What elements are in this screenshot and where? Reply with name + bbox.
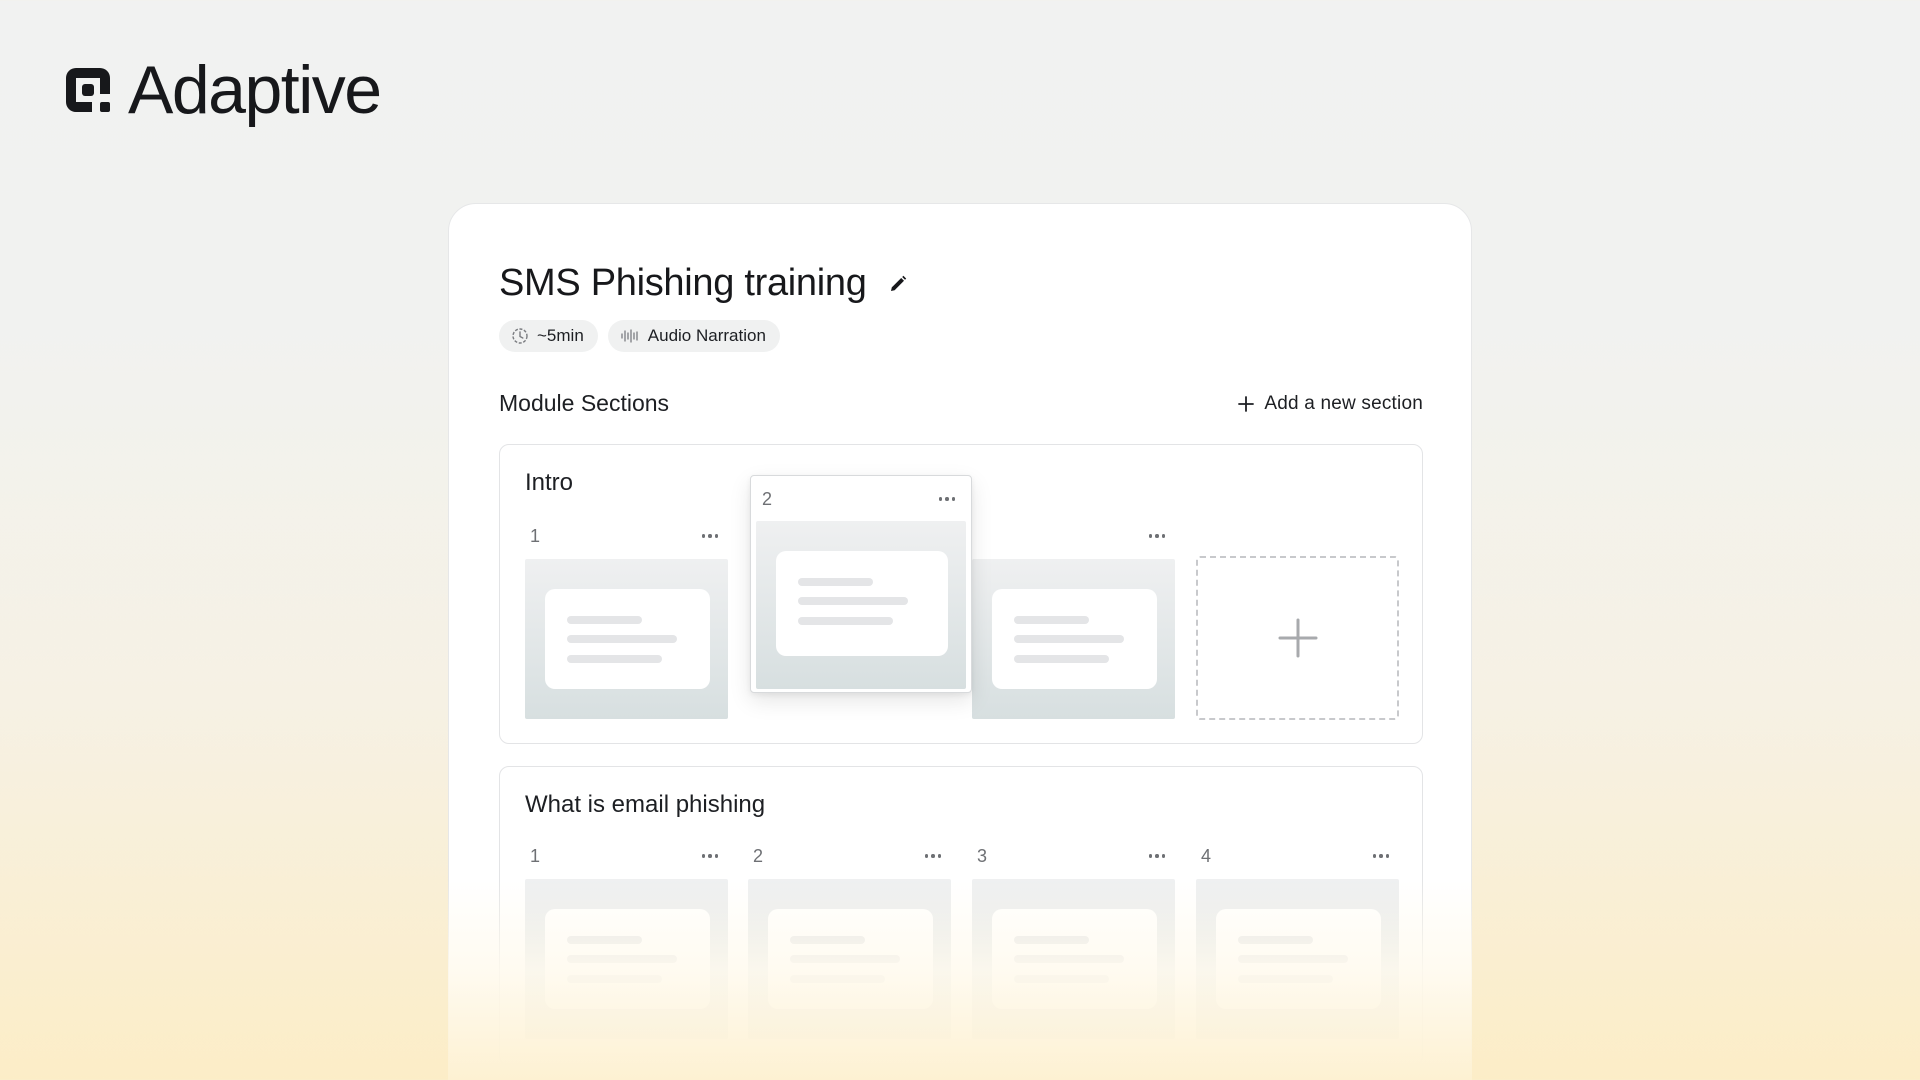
dragging-slide-card[interactable]: 2 <box>750 475 972 693</box>
brand-logo[interactable]: Adaptive <box>62 52 382 128</box>
slide-number: 2 <box>762 488 773 509</box>
slide-thumbnail[interactable] <box>972 879 1175 1039</box>
slide-card[interactable]: 3 <box>972 843 1175 1039</box>
pencil-icon <box>890 275 906 291</box>
plus-icon <box>1278 618 1317 658</box>
clock-icon <box>512 328 528 344</box>
slide-menu-icon[interactable] <box>700 529 721 543</box>
slide-menu-icon[interactable] <box>923 849 944 863</box>
slide-thumbnail[interactable] <box>748 879 951 1039</box>
slide-number: 4 <box>1201 845 1212 866</box>
slide-thumbnail[interactable] <box>525 879 728 1039</box>
module-title-row: SMS Phishing training <box>499 262 911 305</box>
plus-icon <box>1238 395 1255 412</box>
module-sections-title: Module Sections <box>499 390 670 416</box>
module-meta-chips: ~5min Audio Narration <box>499 320 780 352</box>
slide-thumbnail[interactable] <box>1196 879 1399 1039</box>
slide-card[interactable]: 1 <box>525 523 728 719</box>
slide-card[interactable] <box>972 523 1175 719</box>
audio-narration-label: Audio Narration <box>647 326 766 345</box>
edit-title-button[interactable] <box>885 271 911 297</box>
module-title: SMS Phishing training <box>499 262 867 304</box>
slide-thumbnail[interactable] <box>972 559 1175 719</box>
duration-label: ~5min <box>537 326 584 345</box>
slide-thumbnail[interactable] <box>756 521 966 689</box>
add-section-button[interactable]: Add a new section <box>1238 393 1423 415</box>
duration-chip: ~5min <box>499 320 598 352</box>
section-name: What is email phishing <box>525 791 766 818</box>
slide-number: 1 <box>530 525 541 546</box>
slide-menu-icon[interactable] <box>1147 849 1168 863</box>
module-sections-header: Module Sections Add a new section <box>499 390 1423 417</box>
section-card-email-phishing[interactable]: What is email phishing 1 2 3 4 <box>499 766 1423 1066</box>
slide-menu-icon[interactable] <box>937 492 958 506</box>
slide-menu-icon[interactable] <box>1147 529 1168 543</box>
slide-menu-icon[interactable] <box>700 849 721 863</box>
slide-card[interactable]: 2 <box>748 843 951 1039</box>
slide-card[interactable]: 4 <box>1196 843 1399 1039</box>
brand-name: Adaptive <box>128 52 382 128</box>
add-slide-button[interactable] <box>1196 556 1399 720</box>
adaptive-logo-icon <box>66 68 110 112</box>
slide-number: 3 <box>977 845 988 866</box>
section-name: Intro <box>525 469 574 496</box>
waveform-icon <box>621 329 638 343</box>
slide-number: 1 <box>530 845 541 866</box>
slide-number: 2 <box>753 845 764 866</box>
slide-card[interactable]: 1 <box>525 843 728 1039</box>
audio-narration-chip: Audio Narration <box>607 320 780 352</box>
add-section-label: Add a new section <box>1264 392 1423 414</box>
slide-menu-icon[interactable] <box>1371 849 1392 863</box>
slide-thumbnail[interactable] <box>525 559 728 719</box>
